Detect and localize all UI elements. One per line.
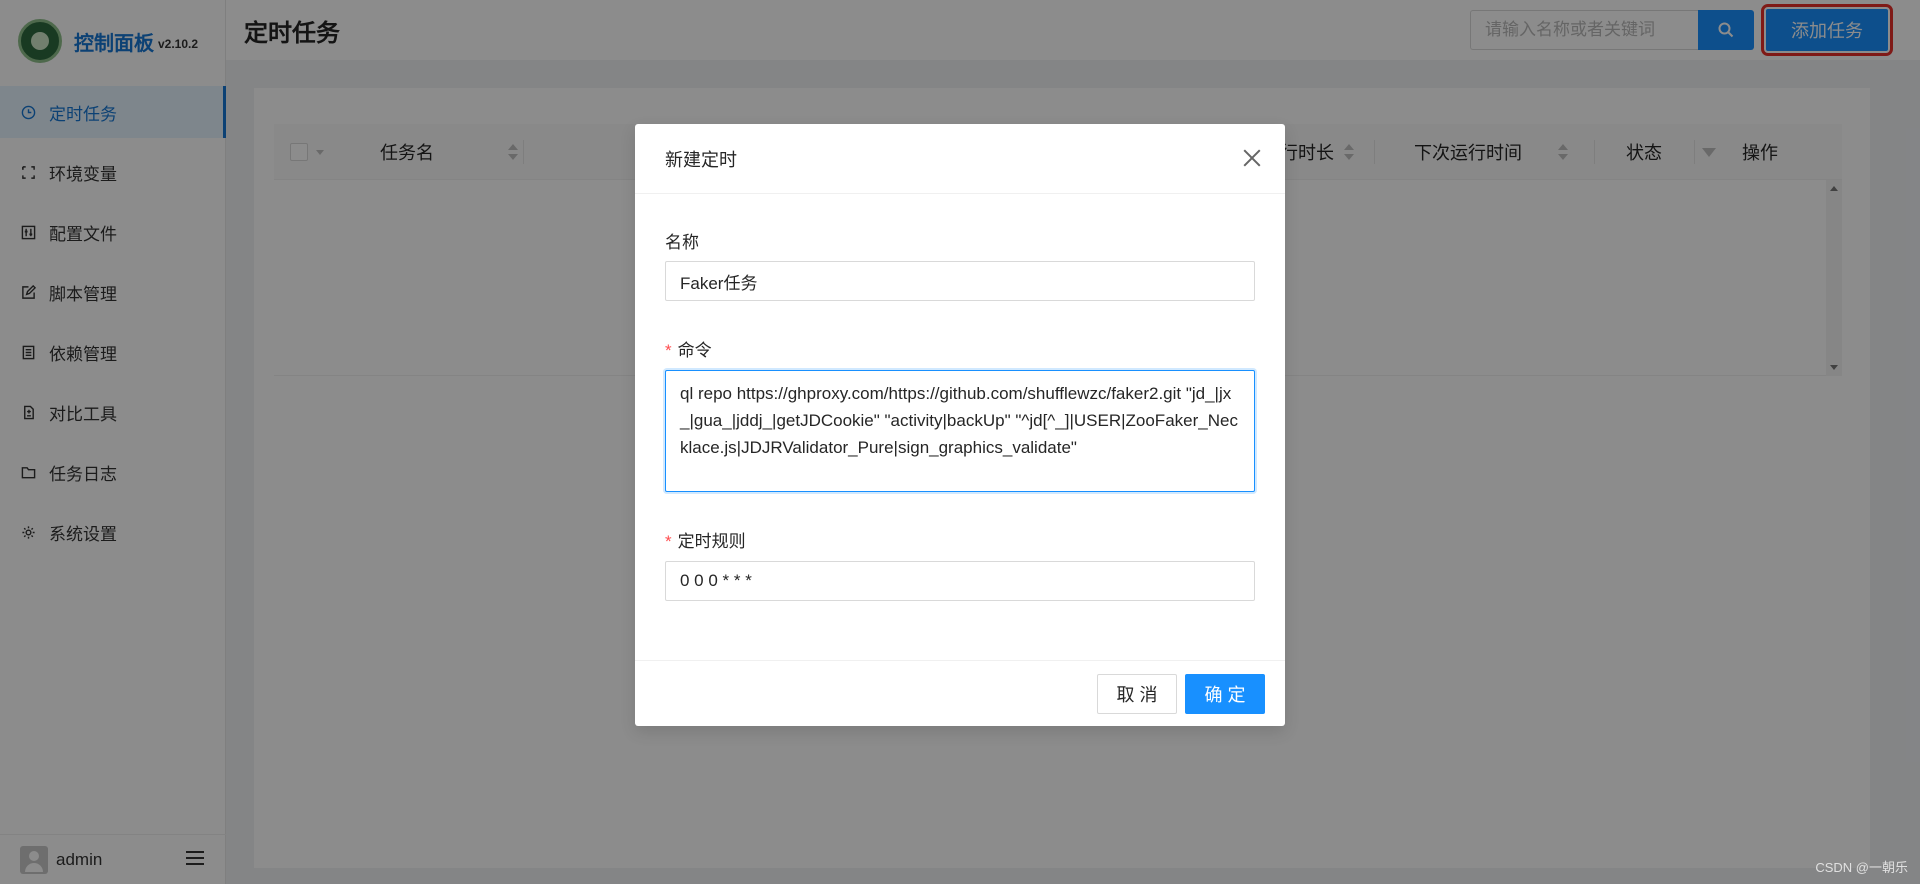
watermark: CSDN @一朝乐 <box>1815 860 1908 875</box>
name-field[interactable] <box>665 261 1255 301</box>
command-label-text: 命令 <box>677 341 712 360</box>
required-mark: * <box>665 341 672 360</box>
confirm-button[interactable]: 确 定 <box>1185 674 1265 714</box>
command-label: * 命令 <box>665 336 712 361</box>
close-icon[interactable] <box>1243 149 1261 167</box>
schedule-label-text: 定时规则 <box>677 532 746 551</box>
dialog-header: 新建定时 <box>635 124 1285 194</box>
name-label-text: 名称 <box>665 233 699 252</box>
dialog-footer: 取 消 确 定 <box>635 660 1285 726</box>
schedule-field[interactable] <box>665 561 1255 601</box>
schedule-label: * 定时规则 <box>665 527 746 552</box>
required-mark: * <box>665 532 672 551</box>
command-field[interactable]: ql repo https://ghproxy.com/https://gith… <box>665 370 1255 492</box>
name-label: 名称 <box>665 228 699 253</box>
dialog-title: 新建定时 <box>665 149 737 170</box>
cancel-button[interactable]: 取 消 <box>1097 674 1177 714</box>
new-cron-dialog: 新建定时 名称 * 命令 ql repo https://ghproxy.com/… <box>635 124 1285 726</box>
